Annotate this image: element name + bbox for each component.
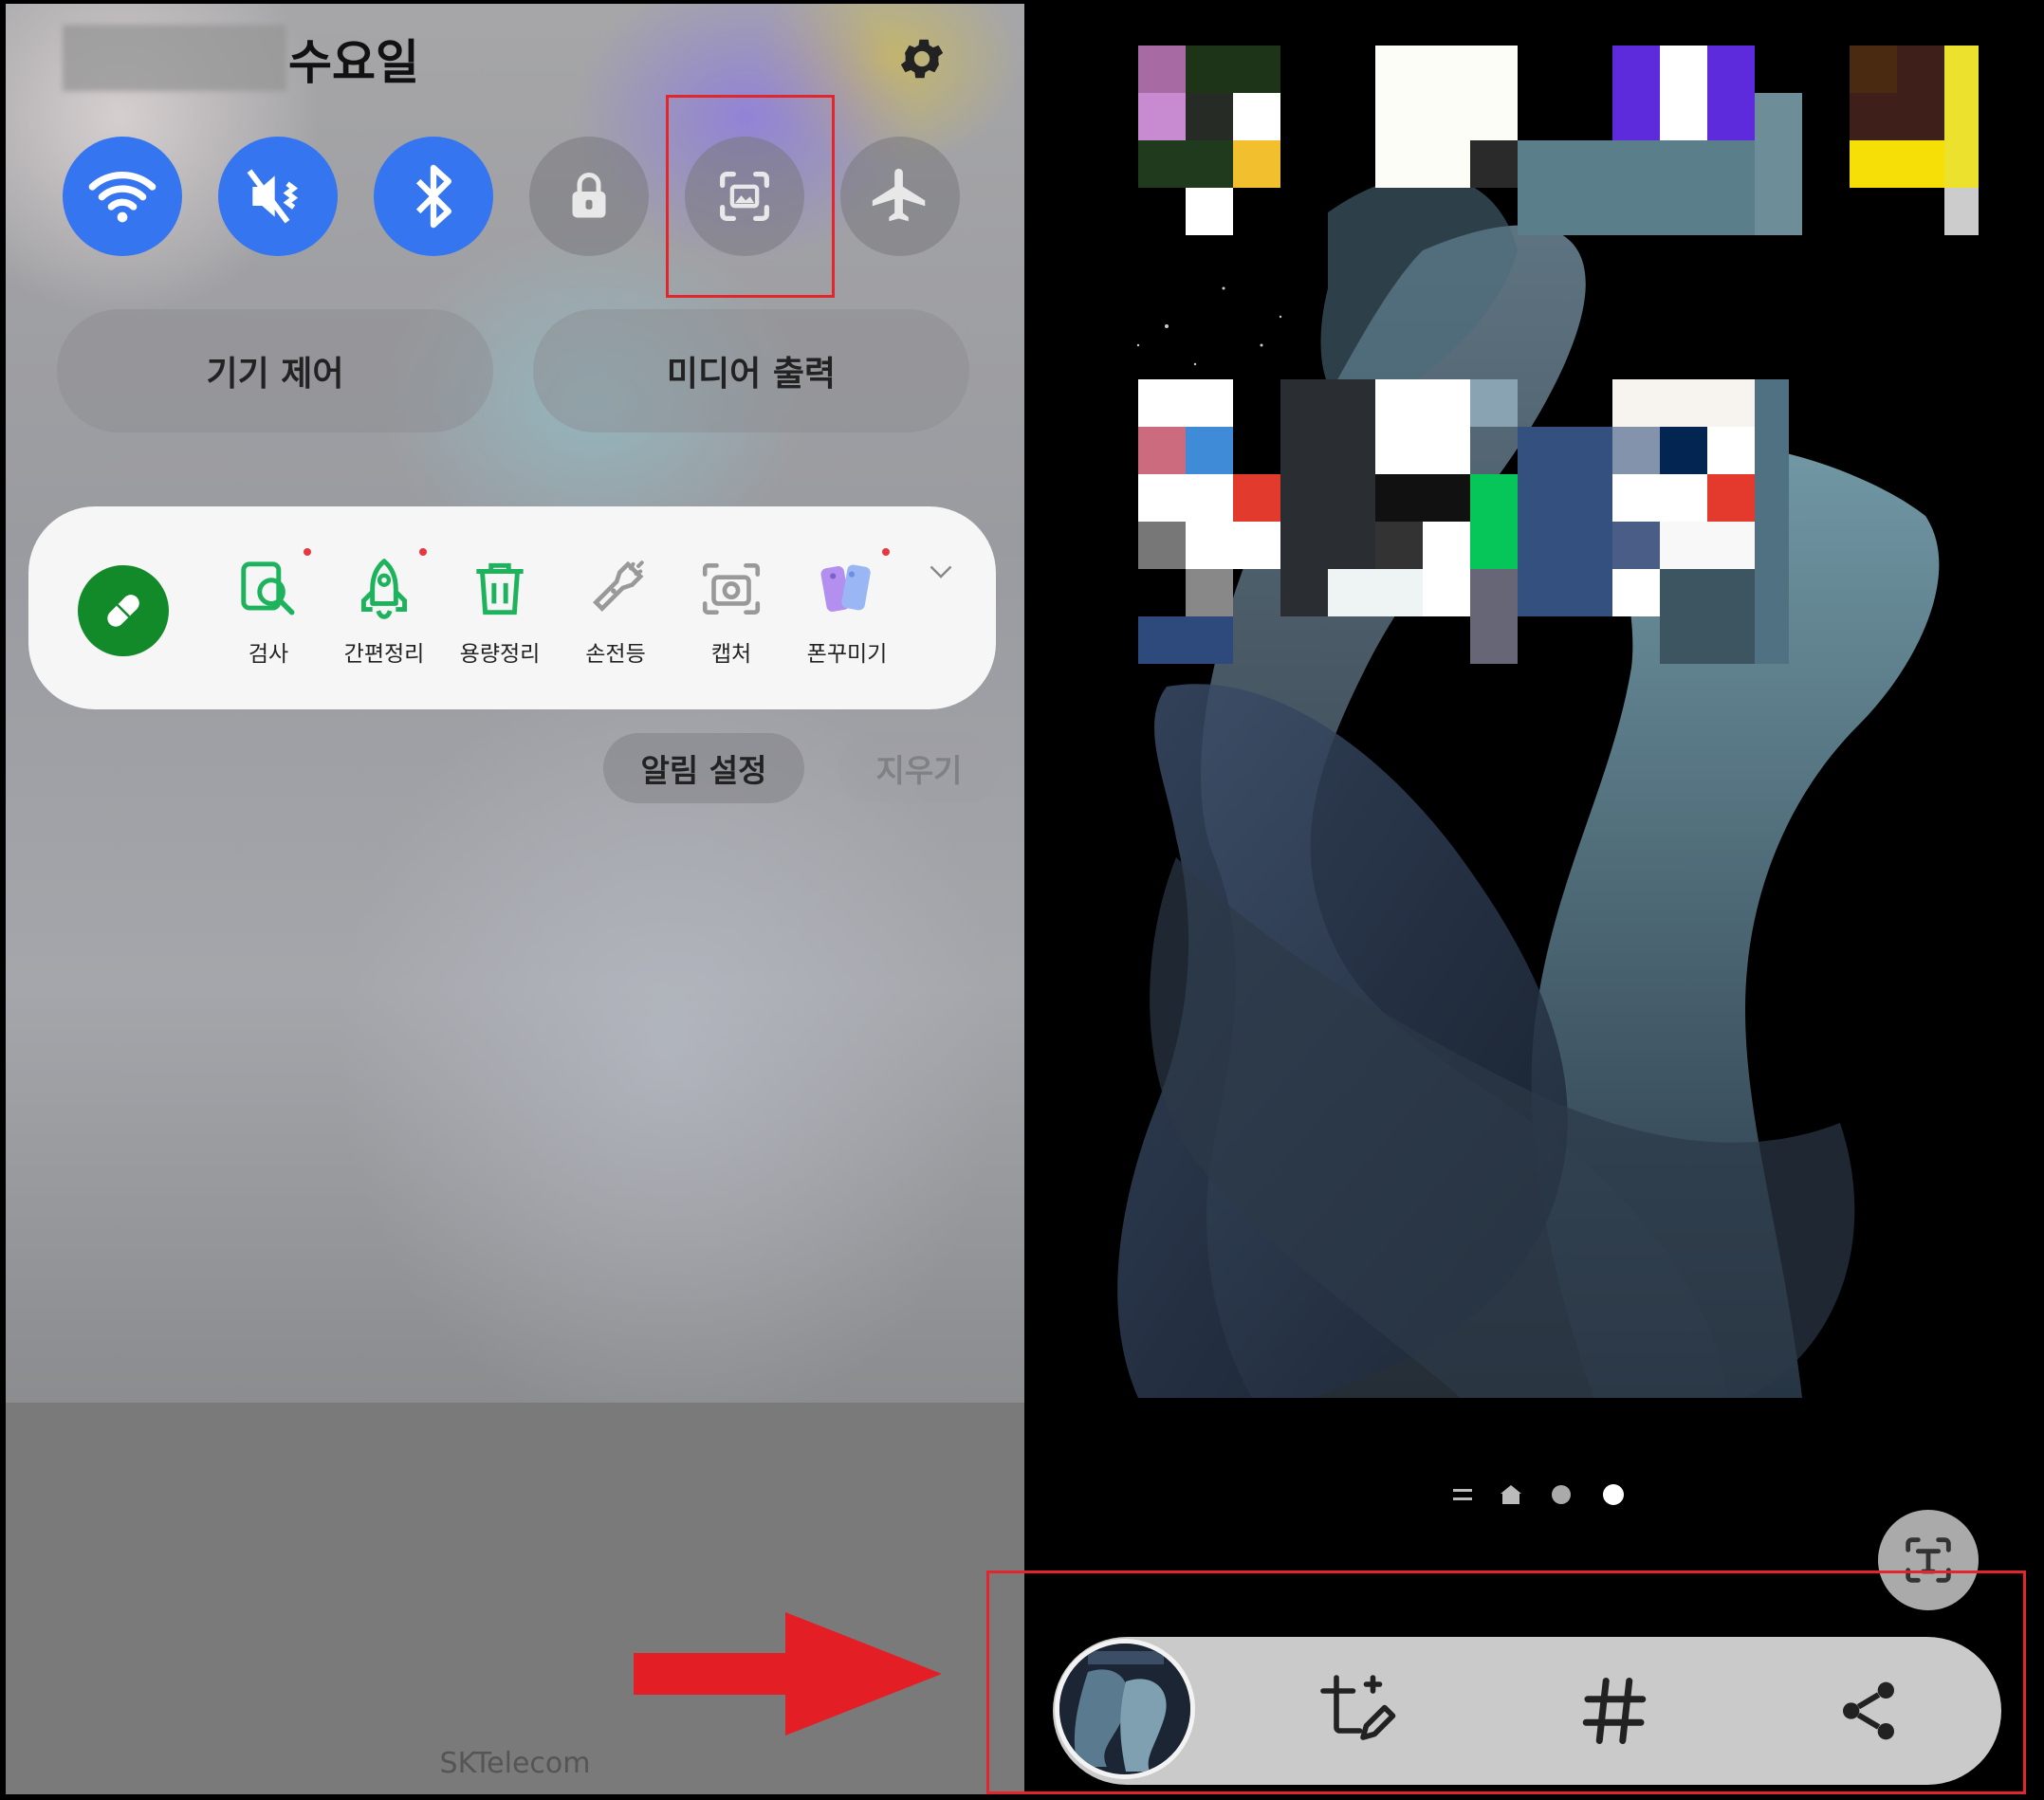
tool-label: 폰꾸미기 xyxy=(806,642,888,667)
page-dot xyxy=(1552,1485,1571,1504)
clear-button[interactable]: 지우기 xyxy=(838,733,1000,803)
menu-lines-icon xyxy=(1453,1489,1472,1502)
highlight-box-screenshot-toolbar xyxy=(986,1570,2026,1794)
page-dot-active xyxy=(1603,1484,1624,1505)
red-arrow-icon xyxy=(634,1612,942,1736)
tool-inspect[interactable]: 검사 xyxy=(216,554,321,668)
media-output-button[interactable]: 미디어 출력 xyxy=(533,309,969,432)
search-doc-icon xyxy=(233,554,304,624)
badge-dot xyxy=(882,548,890,556)
tools-card: 검사 간편정리 용량정리 손전등 캡처 폰꾸미기 xyxy=(28,506,996,709)
lock-toggle[interactable] xyxy=(529,137,649,256)
screen-frame: 수요일 기기 제어 미디어 출력 검사 간편정리 용량정리 손전등 캡처 폰꾸미… xyxy=(0,0,2044,1800)
rocket-icon xyxy=(349,554,419,624)
sound-toggle[interactable] xyxy=(218,137,338,256)
device-control-button[interactable]: 기기 제어 xyxy=(57,309,493,432)
highlight-box-screenshot-toggle xyxy=(666,95,835,298)
camera-icon xyxy=(696,554,766,624)
home-page-icon-body xyxy=(1502,1494,1519,1504)
tool-label: 검사 xyxy=(248,642,289,667)
tool-label: 손전등 xyxy=(585,642,646,667)
tool-label: 캡처 xyxy=(710,642,752,667)
phone-cases-icon xyxy=(812,554,882,624)
flashlight-icon xyxy=(580,554,651,624)
gear-icon[interactable] xyxy=(895,32,948,85)
lock-icon xyxy=(572,173,606,218)
carrier-label: SKTelecom xyxy=(439,1747,591,1780)
badge-dot xyxy=(419,548,427,556)
home-page-icon xyxy=(1501,1485,1521,1494)
tool-quick-clean[interactable]: 간편정리 xyxy=(332,554,436,668)
chevron-down-icon[interactable] xyxy=(924,554,958,588)
notification-settings-button[interactable]: 알림 설정 xyxy=(603,733,804,803)
airplane-toggle[interactable] xyxy=(840,137,960,256)
wifi-icon xyxy=(88,172,157,223)
mute-vibrate-icon xyxy=(247,169,299,224)
home-screen xyxy=(1024,4,2044,1794)
bluetooth-toggle[interactable] xyxy=(374,137,493,256)
trash-icon xyxy=(465,554,535,624)
date-redacted xyxy=(63,25,286,91)
tool-label: 용량정리 xyxy=(459,642,541,667)
bluetooth-icon xyxy=(415,164,451,229)
badge-dot xyxy=(304,548,311,556)
tool-phone-decor[interactable]: 폰꾸미기 xyxy=(795,554,899,668)
tool-flashlight[interactable]: 손전등 xyxy=(563,554,668,668)
wifi-toggle[interactable] xyxy=(63,137,182,256)
quick-panel: 수요일 기기 제어 미디어 출력 검사 간편정리 용량정리 손전등 캡처 폰꾸미… xyxy=(6,4,1024,1794)
airplane-icon xyxy=(872,168,926,222)
day-of-week: 수요일 xyxy=(288,35,419,90)
pill-app-icon[interactable] xyxy=(78,565,169,656)
tool-storage-clean[interactable]: 용량정리 xyxy=(448,554,552,668)
tool-label: 간편정리 xyxy=(343,642,425,667)
panel-shade xyxy=(6,1403,1024,1794)
tool-capture[interactable]: 캡처 xyxy=(679,554,783,668)
